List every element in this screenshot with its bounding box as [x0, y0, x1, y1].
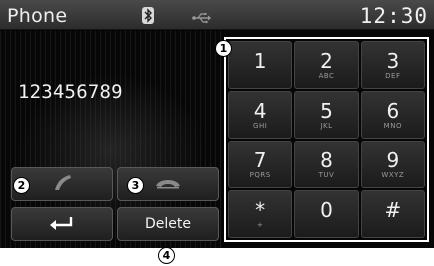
key-digit: 4	[253, 98, 267, 123]
key-digit: 8	[320, 148, 333, 173]
key-9[interactable]: 9 WXYZ	[360, 140, 425, 189]
key-4[interactable]: 4 GHI	[228, 90, 293, 139]
key-5[interactable]: 5 JKL	[294, 90, 359, 139]
key-digit: 3	[386, 48, 400, 73]
key-letters: WXYZ	[381, 171, 405, 180]
delete-label: Delete	[145, 216, 191, 232]
key-digit: #	[384, 198, 402, 223]
key-digit: 0	[320, 198, 333, 223]
key-3[interactable]: 3 DEF	[360, 41, 425, 89]
key-7[interactable]: 7 PQRS	[228, 140, 293, 189]
status-bar: Phone 12:30	[0, 0, 434, 30]
back-arrow-icon	[49, 214, 75, 234]
key-2[interactable]: 2 ABC	[294, 41, 359, 89]
end-call-icon	[153, 174, 183, 194]
delete-button[interactable]: Delete	[117, 207, 219, 241]
key-digit: 7	[253, 148, 267, 173]
callout-marker-delete: 4	[158, 247, 175, 264]
key-star[interactable]: * +	[228, 190, 293, 238]
clock: 12:30	[359, 4, 428, 28]
key-digit: 1	[253, 48, 267, 73]
key-letters: JKL	[320, 121, 333, 130]
key-letters: PQRS	[249, 171, 271, 180]
bluetooth-icon	[142, 7, 154, 24]
dial-keypad: 1 2 ABC 3 DEF 4 GHI 5 JKL 6 MNO 7 PQRS 8…	[228, 41, 425, 238]
key-digit: 2	[320, 48, 333, 73]
key-letters: TUV	[318, 171, 335, 180]
key-letters: DEF	[385, 71, 401, 80]
key-1[interactable]: 1	[228, 41, 293, 89]
callout-marker-end-call: 3	[127, 177, 144, 194]
back-button[interactable]	[11, 207, 113, 241]
dialed-number: 123456789	[18, 81, 123, 103]
key-digit: 9	[386, 148, 400, 173]
call-icon	[49, 172, 75, 196]
key-8[interactable]: 8 TUV	[294, 140, 359, 189]
key-letters: ABC	[318, 71, 335, 80]
callout-marker-keypad: 1	[215, 40, 232, 57]
key-6[interactable]: 6 MNO	[360, 90, 425, 139]
callout-marker-call: 2	[13, 177, 30, 194]
key-digit: 5	[320, 98, 333, 123]
key-letters: MNO	[383, 121, 402, 130]
key-digit: *	[255, 198, 266, 223]
key-digit: 6	[386, 98, 400, 123]
key-letters: GHI	[253, 121, 268, 130]
app-title: Phone	[7, 5, 68, 27]
key-0[interactable]: 0	[294, 190, 359, 238]
key-letters: +	[256, 221, 264, 230]
key-hash[interactable]: #	[360, 190, 425, 238]
usb-icon	[192, 9, 212, 28]
